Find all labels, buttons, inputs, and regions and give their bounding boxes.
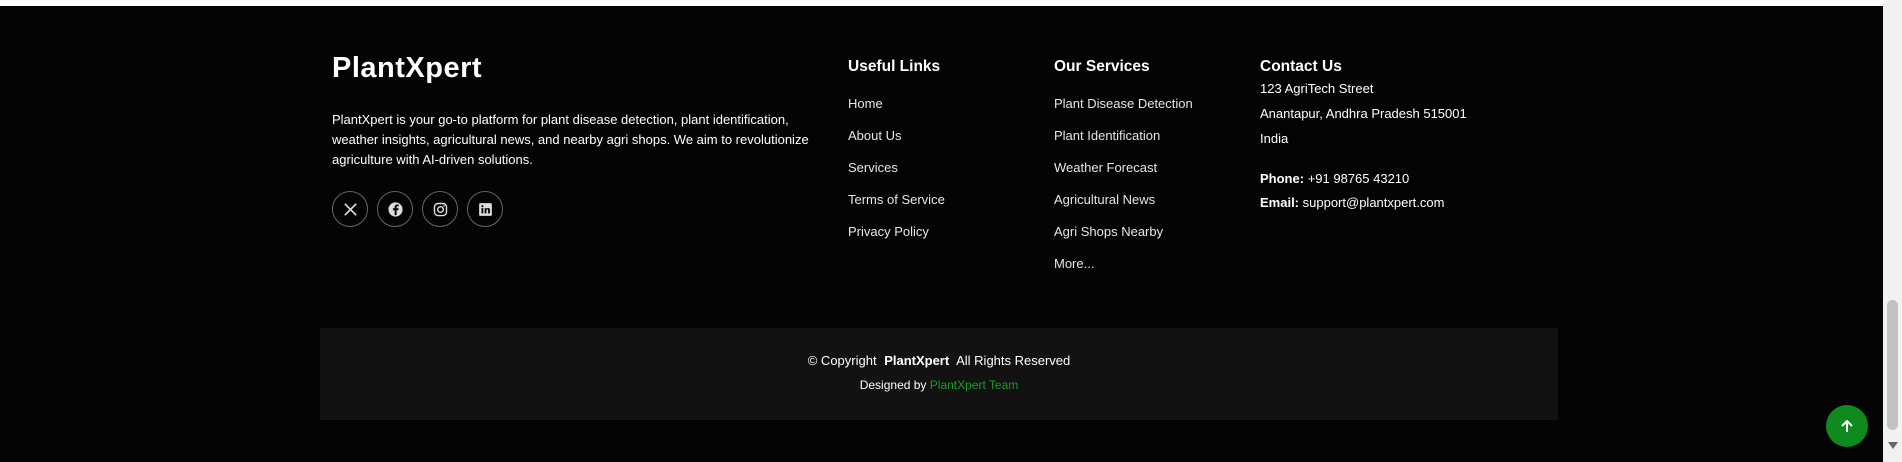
- service-link-disease-detection[interactable]: Plant Disease Detection: [1054, 88, 1193, 120]
- x-social-link[interactable]: [332, 191, 368, 227]
- useful-links-list: Home About Us Services Terms of Service …: [848, 88, 945, 248]
- useful-links-heading: Useful Links: [848, 58, 941, 75]
- scroll-down-arrow[interactable]: [1888, 442, 1898, 449]
- footer-link-about[interactable]: About Us: [848, 120, 945, 152]
- address-line-street: 123 AgriTech Street: [1260, 81, 1374, 96]
- contact-email-row: Email: support@plantxpert.com: [1260, 191, 1467, 215]
- scrollbar-thumb[interactable]: [1887, 300, 1898, 430]
- contact-details: Phone: +91 98765 43210 Email: support@pl…: [1260, 167, 1467, 215]
- contact-phone-row: Phone: +91 98765 43210: [1260, 167, 1467, 191]
- service-link-agricultural-news[interactable]: Agricultural News: [1054, 184, 1193, 216]
- facebook-icon: [387, 201, 403, 217]
- copyright-line: © Copyright PlantXpert All Rights Reserv…: [320, 353, 1558, 368]
- footer-brand-title[interactable]: PlantXpert: [332, 52, 482, 85]
- email-value[interactable]: support@plantxpert.com: [1303, 195, 1445, 210]
- arrow-up-icon: [1841, 420, 1853, 432]
- services-list: Plant Disease Detection Plant Identifica…: [1054, 88, 1193, 280]
- social-links: [332, 191, 503, 227]
- service-link-agri-shops[interactable]: Agri Shops Nearby: [1054, 216, 1193, 248]
- designer-team-link[interactable]: PlantXpert Team: [930, 378, 1019, 392]
- contact-column: Contact Us 123 AgriTech Street Anantapur…: [1260, 58, 1467, 215]
- copyright-suffix: All Rights Reserved: [956, 353, 1071, 368]
- designed-by-line: Designed by PlantXpert Team: [320, 378, 1558, 392]
- footer-link-terms[interactable]: Terms of Service: [848, 184, 945, 216]
- contact-heading: Contact Us: [1260, 58, 1342, 75]
- linkedin-icon: [478, 202, 492, 216]
- designed-by-label: Designed by: [859, 378, 927, 392]
- services-column: Our Services Plant Disease Detection Pla…: [1054, 58, 1193, 280]
- service-link-weather-forecast[interactable]: Weather Forecast: [1054, 152, 1193, 184]
- instagram-social-link[interactable]: [422, 191, 458, 227]
- footer-link-services[interactable]: Services: [848, 152, 945, 184]
- linkedin-social-link[interactable]: [467, 191, 503, 227]
- back-to-top-button[interactable]: [1826, 405, 1868, 447]
- copyright-brand: PlantXpert: [884, 353, 950, 368]
- address-line-city: Anantapur, Andhra Pradesh 515001: [1260, 106, 1467, 121]
- facebook-social-link[interactable]: [377, 191, 413, 227]
- instagram-icon: [433, 202, 447, 216]
- phone-value[interactable]: +91 98765 43210: [1308, 171, 1410, 186]
- footer-link-home[interactable]: Home: [848, 88, 945, 120]
- site-footer: PlantXpert PlantXpert is your go-to plat…: [0, 6, 1883, 462]
- contact-address: 123 AgriTech Street Anantapur, Andhra Pr…: [1260, 76, 1467, 151]
- useful-links-column: Useful Links Home About Us Services Term…: [848, 58, 945, 248]
- address-line-country: India: [1260, 131, 1289, 146]
- services-heading: Our Services: [1054, 58, 1150, 75]
- phone-label: Phone:: [1260, 171, 1305, 186]
- footer-brand-description: PlantXpert is your go-to platform for pl…: [332, 112, 809, 167]
- email-label: Email:: [1260, 195, 1300, 210]
- service-link-more[interactable]: More...: [1054, 248, 1193, 280]
- copyright-prefix: © Copyright: [807, 353, 877, 368]
- footer-link-privacy[interactable]: Privacy Policy: [848, 216, 945, 248]
- copyright-band: © Copyright PlantXpert All Rights Reserv…: [320, 328, 1558, 420]
- service-link-plant-identification[interactable]: Plant Identification: [1054, 120, 1193, 152]
- x-icon: [343, 202, 357, 216]
- page-scrollbar[interactable]: [1883, 0, 1902, 462]
